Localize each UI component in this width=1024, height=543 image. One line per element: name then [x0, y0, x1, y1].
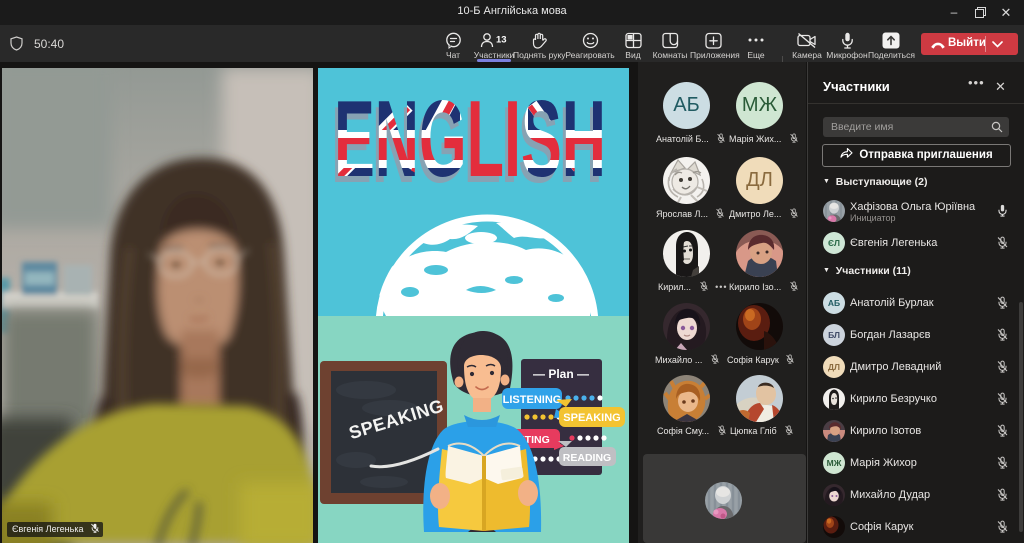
svg-text:13: 13 — [496, 35, 507, 46]
svg-text:READING: READING — [563, 452, 611, 464]
svg-text:SPEAKING: SPEAKING — [563, 412, 620, 424]
svg-text:— Plan —: — Plan — — [533, 367, 589, 381]
svg-text:LISTENING: LISTENING — [503, 394, 562, 406]
